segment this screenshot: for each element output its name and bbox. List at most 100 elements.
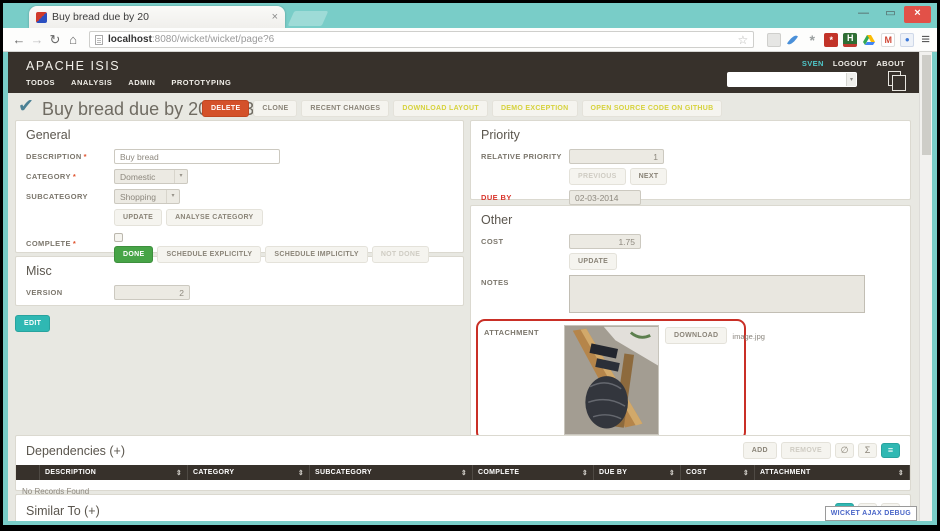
menu-item-todos[interactable]: TODOS [26,78,55,87]
category-label: CATEGORY* [26,169,114,184]
fan-extension-icon[interactable]: * [805,33,819,47]
recent-changes-button[interactable]: RECENT CHANGES [301,100,389,117]
reload-icon[interactable]: ↻ [46,32,64,48]
lookup-input[interactable] [728,73,846,86]
browser-titlebar: Buy bread due by 20 × — ▭ × [3,3,937,28]
next-button[interactable]: NEXT [630,168,668,185]
update-cost-button[interactable]: UPDATE [569,253,617,270]
back-icon[interactable]: ← [10,32,28,47]
tab-close-icon[interactable]: × [272,11,278,23]
app-header: APACHE ISIS TODOS ANALYSIS ADMIN PROTOTY… [8,52,919,93]
tab-favicon-icon [36,12,47,23]
summary-sigma-icon[interactable]: Σ [858,443,877,458]
page-scrollbar[interactable] [919,52,932,521]
open-source-button[interactable]: OPEN SOURCE CODE ON GITHUB [582,100,723,117]
delete-button[interactable]: DELETE [202,100,249,117]
misc-heading: Misc [26,264,453,278]
close-button[interactable]: × [904,6,931,23]
entity-actions: DELETE CLONE RECENT CHANGES DOWNLOAD LAY… [202,100,722,117]
schedule-explicitly-button[interactable]: SCHEDULE EXPLICITLY [157,246,261,263]
user-link[interactable]: SVEN [802,59,824,68]
column-header[interactable]: SUBCATEGORY⇕ [310,465,473,480]
download-layout-button[interactable]: DOWNLOAD LAYOUT [393,100,488,117]
mail-extension-icon[interactable]: M [881,33,895,47]
clone-button[interactable]: CLONE [253,100,297,117]
url-bar[interactable]: localhost :8080/wicket/wicket/page?6 ☆ [89,31,754,48]
description-field[interactable] [114,149,280,164]
menu-item-admin[interactable]: ADMIN [128,78,155,87]
chevron-down-icon[interactable]: ▾ [846,73,856,86]
new-tab-button[interactable] [288,11,329,26]
sort-icon: ⇕ [582,469,588,480]
chevron-down-icon: ▾ [174,170,187,183]
app-brand[interactable]: APACHE ISIS [26,59,120,73]
column-header[interactable]: COST⇕ [681,465,755,480]
sort-icon: ⇕ [298,469,304,480]
app-menu: TODOS ANALYSIS ADMIN PROTOTYPING [26,78,231,87]
column-header[interactable]: DESCRIPTION⇕ [40,465,188,480]
relative-priority-label: RELATIVE PRIORITY [481,149,569,164]
extensions-row: * * H M ● [767,33,914,47]
similar-to-heading: Similar To (+) [26,504,835,518]
forward-icon[interactable]: → [28,32,46,47]
done-button[interactable]: DONE [114,246,153,263]
hide-columns-icon[interactable]: ∅ [835,443,854,458]
category-select[interactable]: Domestic▾ [114,169,188,184]
other-heading: Other [481,213,900,227]
update-button[interactable]: UPDATE [114,209,162,226]
menu-item-prototyping[interactable]: PROTOTYPING [171,78,231,87]
schedule-implicitly-button[interactable]: SCHEDULE IMPLICITLY [265,246,367,263]
column-header[interactable]: ATTACHMENT⇕ [755,465,910,480]
lookup-combobox[interactable]: ▾ [727,72,857,87]
attachment-image[interactable] [564,325,659,435]
sort-icon: ⇕ [176,469,182,480]
copy-link-icon[interactable] [888,71,901,86]
similar-to-panel: Similar To (+) ∅ Σ ≡ [15,494,911,521]
logout-link[interactable]: LOGOUT [833,59,867,68]
version-label: VERSION [26,285,114,300]
wicket-ajax-debug-link[interactable]: WICKET AJAX DEBUG [825,506,917,521]
circle-extension-icon[interactable]: ● [900,33,914,47]
general-panel: General DESCRIPTION* CATEGORY* Domestic▾… [15,120,464,253]
column-header[interactable]: DUE BY⇕ [594,465,681,480]
dependencies-table-header: DESCRIPTION⇕ CATEGORY⇕ SUBCATEGORY⇕ COMP… [16,465,910,480]
column-header[interactable]: COMPLETE⇕ [473,465,594,480]
feather-extension-icon[interactable] [786,33,800,47]
red-extension-icon[interactable]: * [824,33,838,47]
home-icon[interactable]: ⌂ [64,32,82,47]
about-link[interactable]: ABOUT [876,59,905,68]
dependencies-heading: Dependencies (+) [26,444,743,458]
menu-item-analysis[interactable]: ANALYSIS [71,78,112,87]
analyse-category-button[interactable]: ANALYSE CATEGORY [166,209,262,226]
browser-window: Buy bread due by 20 × — ▭ × ← → ↻ ⌂ loca… [3,3,937,525]
sort-icon: ⇕ [743,469,749,480]
entity-title-row: ✔ Buy bread due by 2014-03-02 DELETE CLO… [8,95,919,123]
scrollbar-thumb[interactable] [922,55,931,155]
general-heading: General [26,128,453,142]
dependencies-panel: Dependencies (+) ADD REMOVE ∅ Σ ≡ DESCRI… [15,435,911,491]
demo-exception-button[interactable]: DEMO EXCEPTION [492,100,578,117]
subcategory-select[interactable]: Shopping▾ [114,189,180,204]
maximize-button[interactable]: ▭ [877,6,904,23]
column-header[interactable]: CATEGORY⇕ [188,465,310,480]
bookmark-star-icon[interactable]: ☆ [737,33,748,47]
download-button[interactable]: DOWNLOAD [665,327,727,344]
drive-extension-icon[interactable] [862,33,876,47]
notes-field[interactable] [569,275,865,313]
minimize-button[interactable]: — [850,6,877,23]
browser-toolbar: ← → ↻ ⌂ localhost :8080/wicket/wicket/pa… [3,28,937,52]
edit-button[interactable]: EDIT [15,315,50,332]
add-button[interactable]: ADD [743,442,777,459]
browser-tab[interactable]: Buy bread due by 20 × [29,6,285,28]
menu-icon[interactable]: ≡ [921,31,930,48]
url-path: :8080/wicket/wicket/page?6 [152,34,274,45]
h-extension-icon[interactable]: H [843,33,857,47]
priority-heading: Priority [481,128,900,142]
complete-checkbox[interactable] [114,233,123,242]
select-column-header [16,465,40,480]
remove-button: REMOVE [781,442,831,459]
list-view-icon[interactable]: ≡ [881,443,900,458]
due-by-field[interactable] [569,190,641,205]
url-host: localhost [108,34,152,45]
extension-icon[interactable] [767,33,781,47]
